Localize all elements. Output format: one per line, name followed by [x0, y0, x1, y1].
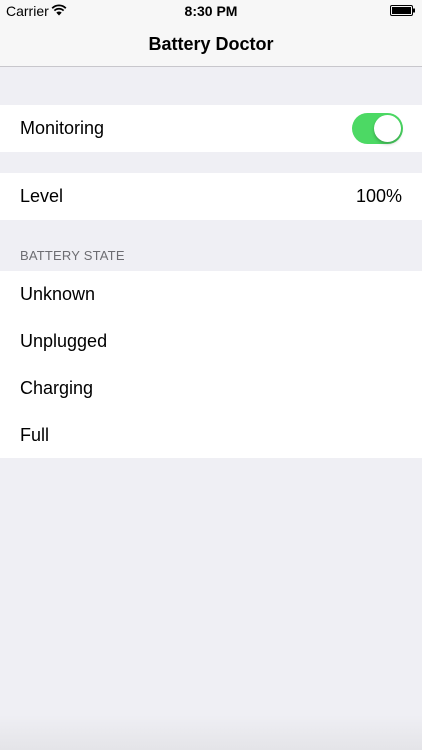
monitoring-label: Monitoring: [20, 118, 105, 138]
level-label: Level: [20, 186, 64, 206]
navigation-bar: Battery Doctor: [0, 22, 422, 67]
toggle-knob: [374, 115, 401, 142]
page-title: Battery Doctor: [148, 34, 274, 54]
list-item[interactable]: Charging: [0, 365, 422, 412]
bottom-shadow: [0, 715, 422, 750]
status-bar: Carrier 8:30 PM: [0, 0, 422, 22]
battery-full-icon: [390, 5, 415, 16]
battery-state-header: BATTERY STATE: [20, 248, 125, 263]
level-cell: Level 100%: [0, 173, 422, 220]
battery-state-unknown: Unknown: [20, 284, 96, 304]
screen: Carrier 8:30 PM Battery Doctor Monitorin…: [0, 0, 422, 750]
status-time: 8:30 PM: [184, 3, 238, 19]
battery-state-full: Full: [20, 425, 50, 445]
monitoring-cell: Monitoring: [0, 105, 422, 152]
list-item[interactable]: Full: [0, 412, 422, 459]
monitoring-toggle[interactable]: [352, 113, 403, 144]
level-value: 100%: [355, 186, 402, 206]
battery-state-unplugged: Unplugged: [20, 331, 108, 351]
battery-state-list: Unknown Unplugged Charging Full: [0, 271, 422, 458]
battery-state-charging: Charging: [20, 378, 94, 398]
list-item[interactable]: Unknown: [0, 271, 422, 318]
list-item[interactable]: Unplugged: [0, 318, 422, 365]
